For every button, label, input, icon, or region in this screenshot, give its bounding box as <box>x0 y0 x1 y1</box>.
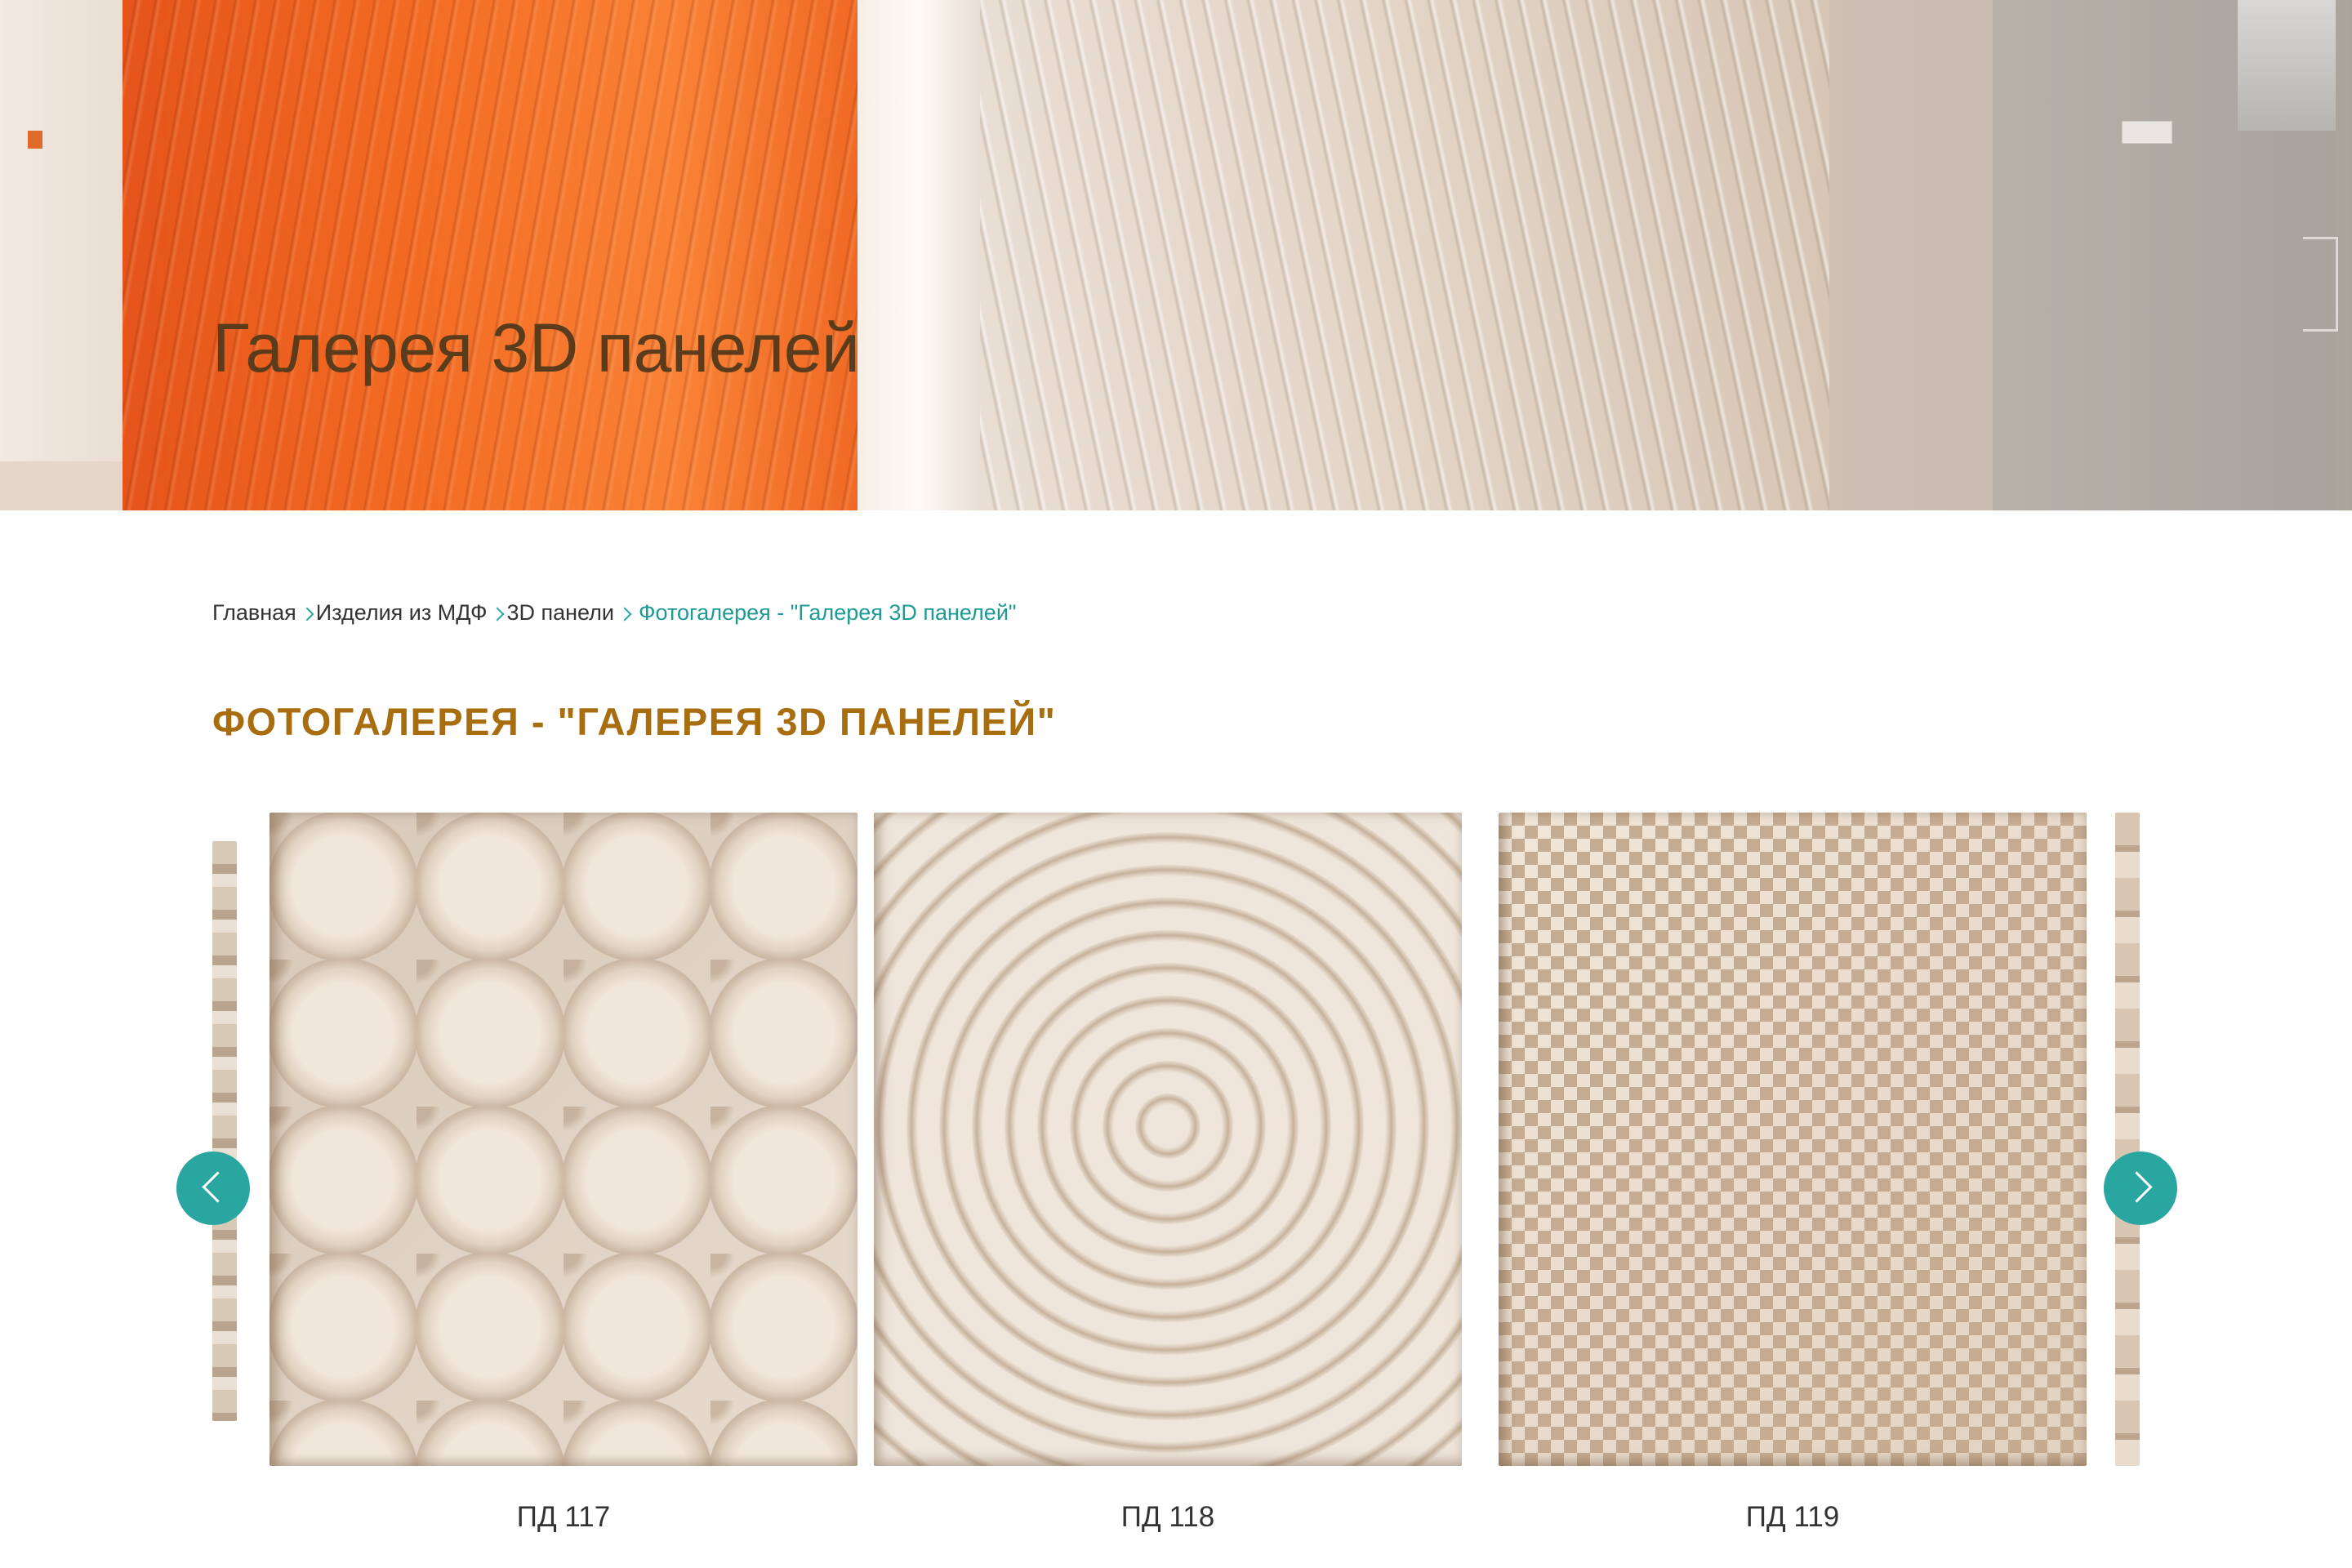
towel-rail <box>2303 237 2338 332</box>
gallery-carousel: ПД 117 ПД 118 ПД 119 <box>212 808 2140 1544</box>
chevron-left-icon <box>202 1171 234 1203</box>
gallery-item[interactable] <box>212 808 2087 1470</box>
gallery-image[interactable] <box>1499 813 2087 1466</box>
breadcrumb-link-home[interactable]: Главная <box>212 600 296 626</box>
gallery-caption: ПД 117 <box>516 1501 611 1533</box>
page-title: ФОТОГАЛЕРЕЯ - "ГАЛЕРЕЯ 3D ПАНЕЛЕЙ" <box>212 700 1057 743</box>
breadcrumb-current: Фотогалерея - "Галерея 3D панелей" <box>639 600 1017 625</box>
hero-floor <box>0 461 139 510</box>
gallery-caption: ПД 119 <box>1745 1501 1840 1533</box>
hero-banner: Галерея 3D панелей <box>0 0 2352 510</box>
gallery-image[interactable] <box>874 813 1462 1466</box>
breadcrumb-link-mdf-products[interactable]: Изделия из МДФ <box>316 600 488 626</box>
hero-room-right <box>1829 0 2352 510</box>
carousel-next-button[interactable] <box>2104 1152 2177 1225</box>
hero-beige-panel <box>980 0 1829 510</box>
hero-title: Галерея 3D панелей <box>212 310 860 386</box>
carousel-prev-button[interactable] <box>176 1152 250 1225</box>
wall-decor <box>28 131 42 149</box>
chevron-right-icon <box>2121 1171 2153 1203</box>
hero-light-gap <box>858 0 980 510</box>
gallery-image-partial-next[interactable] <box>2115 813 2140 1466</box>
chevron-right-icon <box>296 601 316 626</box>
chevron-right-icon <box>487 601 506 626</box>
breadcrumb: Главная Изделия из МДФ 3D панели Фотогал… <box>212 600 1016 626</box>
hero-orange-panel <box>122 0 858 510</box>
gallery-caption: ПД 118 <box>1120 1501 1215 1533</box>
breadcrumb-link-3d-panels[interactable]: 3D панели <box>506 600 614 626</box>
chevron-right-icon <box>614 601 639 626</box>
hero-window <box>2238 0 2336 131</box>
hero-wall-left <box>0 0 139 510</box>
light-switch <box>2122 121 2172 144</box>
